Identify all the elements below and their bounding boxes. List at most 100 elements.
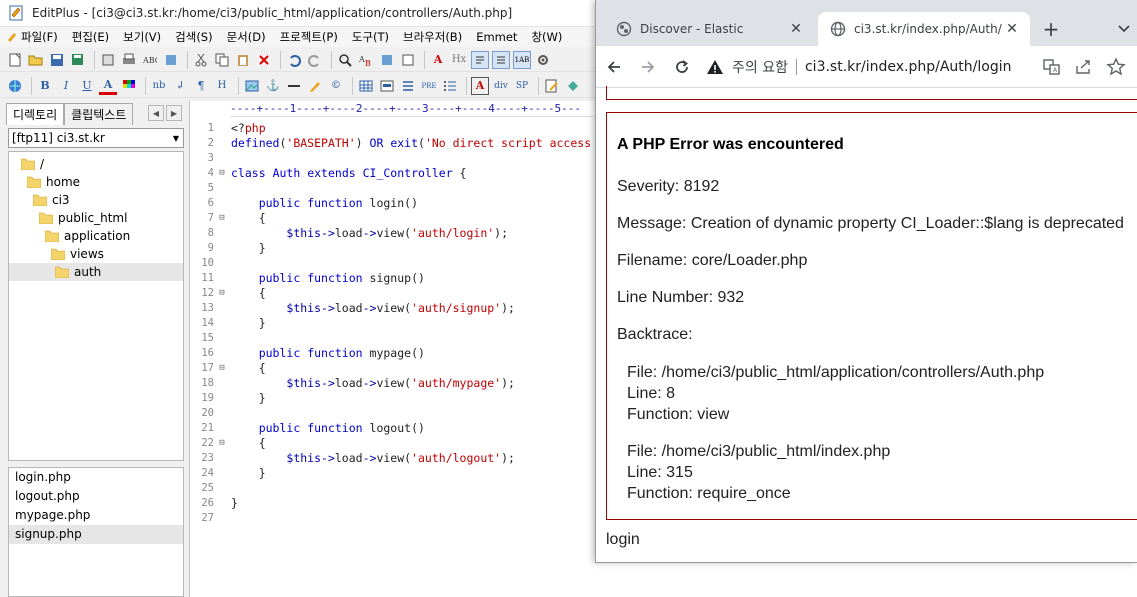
menu-document[interactable]: 문서(D) bbox=[227, 29, 266, 45]
menu-edit[interactable]: 편집(E) bbox=[72, 29, 109, 45]
menu-file[interactable]: 파일(F) bbox=[6, 29, 58, 45]
code-line[interactable]: 10 bbox=[190, 255, 231, 270]
ftp-account-select[interactable]: [ftp11] ci3.st.kr ▼ bbox=[8, 128, 184, 148]
copy-icon[interactable] bbox=[213, 51, 231, 69]
file-item-mypage[interactable]: mypage.php bbox=[9, 506, 183, 525]
tab-ci3-auth[interactable]: ci3.st.kr/index.php/Auth/lo ✕ bbox=[818, 12, 1030, 46]
code-line[interactable]: 20 bbox=[190, 405, 231, 420]
cut-icon[interactable] bbox=[192, 51, 210, 69]
fold-toggle-icon[interactable]: ⊟ bbox=[214, 363, 230, 373]
pre-icon[interactable]: PRE bbox=[420, 77, 438, 95]
table-icon[interactable] bbox=[357, 77, 375, 95]
form-icon[interactable] bbox=[378, 77, 396, 95]
menu-emmet[interactable]: Emmet bbox=[476, 30, 517, 44]
code-editor[interactable]: ----+----1----+----2----+----3----+----4… bbox=[189, 101, 600, 597]
warning-icon[interactable] bbox=[706, 58, 724, 76]
tree-node-root[interactable]: / bbox=[21, 155, 44, 173]
hex-icon[interactable]: Hx bbox=[450, 51, 468, 69]
menu-project[interactable]: 프로젝트(P) bbox=[280, 29, 338, 45]
underline-icon[interactable]: U bbox=[78, 77, 96, 95]
code-line[interactable]: 1 <?php bbox=[190, 120, 266, 135]
not-secure-label[interactable]: 주의 요함 bbox=[732, 57, 788, 77]
save-all-icon[interactable] bbox=[69, 51, 87, 69]
bold-icon[interactable]: B bbox=[36, 77, 54, 95]
code-line[interactable]: 2 defined('BASEPATH') OR exit('No direct … bbox=[190, 135, 591, 150]
image-icon[interactable] bbox=[243, 77, 261, 95]
span-icon[interactable]: SP bbox=[513, 77, 531, 95]
find-icon[interactable] bbox=[336, 51, 354, 69]
bookmark-star-icon[interactable] bbox=[1106, 57, 1126, 77]
comment-icon[interactable]: © bbox=[327, 77, 345, 95]
close-icon[interactable]: ✕ bbox=[786, 21, 806, 37]
hr-icon[interactable] bbox=[285, 77, 303, 95]
fold-toggle-icon[interactable]: ⊟ bbox=[214, 288, 230, 298]
menu-tools[interactable]: 도구(T) bbox=[352, 29, 389, 45]
text-style-icon[interactable]: A bbox=[471, 76, 489, 95]
nbsp-icon[interactable]: nb bbox=[150, 77, 168, 95]
tree-node-home[interactable]: home bbox=[27, 173, 80, 191]
code-line[interactable]: 26} bbox=[190, 495, 238, 510]
tree-node-ci3[interactable]: ci3 bbox=[33, 191, 70, 209]
menu-browser[interactable]: 브라우저(B) bbox=[403, 29, 462, 45]
print-icon[interactable] bbox=[120, 51, 138, 69]
code-line[interactable]: 17 ⊟ { bbox=[190, 360, 265, 375]
code-line[interactable]: 25 bbox=[190, 480, 231, 495]
tab-discover-elastic[interactable]: Discover - Elastic ✕ bbox=[604, 12, 814, 46]
ordered-list-icon[interactable] bbox=[441, 77, 459, 95]
code-line[interactable]: 14 } bbox=[190, 315, 265, 330]
fold-toggle-icon[interactable]: ⊟ bbox=[214, 213, 230, 223]
div-icon[interactable]: div bbox=[492, 77, 510, 95]
save-icon[interactable] bbox=[48, 51, 66, 69]
tab-directory[interactable]: 디렉토리 bbox=[6, 103, 65, 125]
tab-scroll-left-icon[interactable]: ◀ bbox=[148, 105, 164, 121]
line-number-icon[interactable] bbox=[492, 50, 510, 69]
menu-window[interactable]: 창(W) bbox=[531, 29, 562, 45]
paste-icon[interactable] bbox=[234, 51, 252, 69]
delete-icon[interactable] bbox=[255, 51, 273, 69]
tree-node-views[interactable]: views bbox=[51, 245, 104, 263]
code-line[interactable]: 4 ⊟ class Auth extends CI_Controller { bbox=[190, 165, 467, 180]
tree-node-public-html[interactable]: public_html bbox=[39, 209, 127, 227]
extra-icon[interactable] bbox=[564, 77, 582, 95]
reload-button[interactable] bbox=[666, 51, 698, 83]
code-line[interactable]: 7 ⊟ { bbox=[190, 210, 266, 225]
tab-scroll-right-icon[interactable]: ▶ bbox=[166, 105, 182, 121]
file-item-logout[interactable]: logout.php bbox=[9, 487, 183, 506]
file-item-login[interactable]: login.php bbox=[9, 468, 183, 487]
paragraph-icon[interactable]: ¶ bbox=[192, 77, 210, 95]
list-icon[interactable] bbox=[399, 77, 417, 95]
code-line[interactable]: 6 public function login() bbox=[190, 195, 418, 210]
new-file-icon[interactable] bbox=[6, 51, 24, 69]
code-line[interactable]: 13 $this->load->view('auth/signup'); bbox=[190, 300, 515, 315]
code-line[interactable]: 23 $this->load->view('auth/logout'); bbox=[190, 450, 515, 465]
fold-toggle-icon[interactable]: ⊟ bbox=[214, 168, 230, 178]
code-line[interactable]: 9 } bbox=[190, 240, 266, 255]
file-item-signup[interactable]: signup.php bbox=[9, 525, 183, 544]
menu-view[interactable]: 보기(V) bbox=[123, 29, 161, 45]
word-wrap-icon[interactable] bbox=[471, 50, 489, 69]
browser-globe-icon[interactable] bbox=[6, 77, 24, 95]
menu-search[interactable]: 검색(S) bbox=[175, 29, 212, 45]
chevron-down-icon[interactable] bbox=[1116, 20, 1132, 36]
italic-icon[interactable]: I bbox=[57, 77, 75, 95]
translate-icon[interactable]: A bbox=[1042, 57, 1062, 77]
tree-node-application[interactable]: application bbox=[45, 227, 130, 245]
code-line[interactable]: 21 public function logout() bbox=[190, 420, 425, 435]
ftp-upload-icon[interactable] bbox=[162, 51, 180, 69]
spellcheck-icon[interactable]: ABC bbox=[141, 51, 159, 69]
gear-icon[interactable] bbox=[534, 51, 552, 69]
back-button[interactable] bbox=[598, 51, 630, 83]
column-select-icon[interactable]: 1AB bbox=[513, 50, 531, 69]
code-line[interactable]: 11 public function signup() bbox=[190, 270, 425, 285]
code-line[interactable]: 24 } bbox=[190, 465, 265, 480]
pencil-icon[interactable] bbox=[306, 77, 324, 95]
find-in-files-icon[interactable] bbox=[378, 51, 396, 69]
code-line[interactable]: 3 bbox=[190, 150, 231, 165]
share-icon[interactable] bbox=[1074, 57, 1094, 77]
code-line[interactable]: 15 bbox=[190, 330, 231, 345]
heading-icon[interactable]: H bbox=[213, 77, 231, 95]
code-line[interactable]: 12 ⊟ { bbox=[190, 285, 265, 300]
url-text[interactable]: ci3.st.kr/index.php/Auth/login bbox=[805, 59, 1012, 75]
print-preview-icon[interactable] bbox=[99, 51, 117, 69]
code-line[interactable]: 19 } bbox=[190, 390, 265, 405]
